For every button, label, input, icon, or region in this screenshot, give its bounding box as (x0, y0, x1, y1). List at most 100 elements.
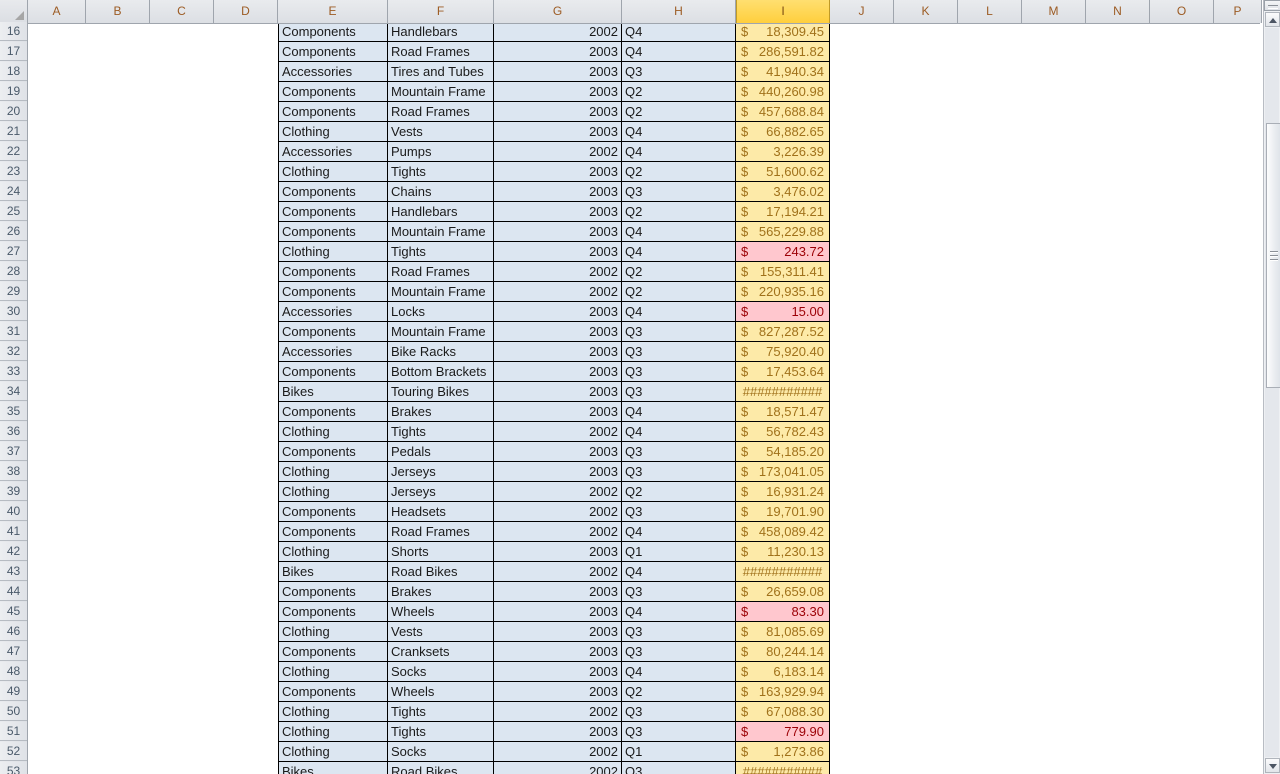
cell-E24[interactable]: Components (278, 182, 388, 202)
column-header-o[interactable]: O (1150, 0, 1214, 23)
cell-G41[interactable]: 2002 (494, 522, 622, 542)
cell-I51[interactable]: $779.90 (736, 722, 830, 742)
cell-E44[interactable]: Components (278, 582, 388, 602)
cell-F40[interactable]: Headsets (388, 502, 494, 522)
cell-G38[interactable]: 2003 (494, 462, 622, 482)
cell-E38[interactable]: Clothing (278, 462, 388, 482)
select-all-corner[interactable] (0, 0, 28, 24)
cell-F18[interactable]: Tires and Tubes (388, 62, 494, 82)
cell-G26[interactable]: 2003 (494, 222, 622, 242)
cell-G39[interactable]: 2002 (494, 482, 622, 502)
cell-G22[interactable]: 2002 (494, 142, 622, 162)
column-header-a[interactable]: A (28, 0, 86, 23)
row-header-25[interactable]: 25 (0, 202, 27, 221)
cell-I47[interactable]: $80,244.14 (736, 642, 830, 662)
cell-I16[interactable]: $18,309.45 (736, 24, 830, 42)
row-header-42[interactable]: 42 (0, 542, 27, 561)
row-header-38[interactable]: 38 (0, 462, 27, 481)
column-header-f[interactable]: F (388, 0, 494, 23)
row-header-30[interactable]: 30 (0, 302, 27, 321)
cell-H30[interactable]: Q4 (622, 302, 736, 322)
cell-H50[interactable]: Q3 (622, 702, 736, 722)
row-header-24[interactable]: 24 (0, 182, 27, 201)
row-header-20[interactable]: 20 (0, 102, 27, 121)
row-header-21[interactable]: 21 (0, 122, 27, 141)
row-header-45[interactable]: 45 (0, 602, 27, 621)
row-header-31[interactable]: 31 (0, 322, 27, 341)
cell-F43[interactable]: Road Bikes (388, 562, 494, 582)
column-header-b[interactable]: B (86, 0, 150, 23)
column-header-g[interactable]: G (494, 0, 622, 23)
cell-H53[interactable]: Q3 (622, 762, 736, 774)
cell-E51[interactable]: Clothing (278, 722, 388, 742)
scroll-up-button[interactable] (1265, 12, 1280, 27)
cell-H37[interactable]: Q3 (622, 442, 736, 462)
cell-H31[interactable]: Q3 (622, 322, 736, 342)
cell-G19[interactable]: 2003 (494, 82, 622, 102)
row-header-34[interactable]: 34 (0, 382, 27, 401)
row-header-43[interactable]: 43 (0, 562, 27, 581)
cell-I39[interactable]: $16,931.24 (736, 482, 830, 502)
cell-G31[interactable]: 2003 (494, 322, 622, 342)
cell-F26[interactable]: Mountain Frame (388, 222, 494, 242)
column-header-m[interactable]: M (1022, 0, 1086, 23)
cell-G51[interactable]: 2003 (494, 722, 622, 742)
cell-G52[interactable]: 2002 (494, 742, 622, 762)
row-header-39[interactable]: 39 (0, 482, 27, 501)
cell-H32[interactable]: Q3 (622, 342, 736, 362)
cell-H43[interactable]: Q4 (622, 562, 736, 582)
cell-I29[interactable]: $220,935.16 (736, 282, 830, 302)
cell-H26[interactable]: Q4 (622, 222, 736, 242)
row-header-46[interactable]: 46 (0, 622, 27, 641)
cell-H41[interactable]: Q4 (622, 522, 736, 542)
cell-G34[interactable]: 2003 (494, 382, 622, 402)
cell-I26[interactable]: $565,229.88 (736, 222, 830, 242)
cell-G18[interactable]: 2003 (494, 62, 622, 82)
cell-I45[interactable]: $83.30 (736, 602, 830, 622)
cell-E18[interactable]: Accessories (278, 62, 388, 82)
cell-F46[interactable]: Vests (388, 622, 494, 642)
cell-E19[interactable]: Components (278, 82, 388, 102)
cell-F24[interactable]: Chains (388, 182, 494, 202)
column-header-h[interactable]: H (622, 0, 736, 23)
cell-F32[interactable]: Bike Racks (388, 342, 494, 362)
cell-I40[interactable]: $19,701.90 (736, 502, 830, 522)
split-handle[interactable] (1264, 0, 1280, 11)
cell-H44[interactable]: Q3 (622, 582, 736, 602)
cell-F51[interactable]: Tights (388, 722, 494, 742)
cell-I22[interactable]: $3,226.39 (736, 142, 830, 162)
cell-E45[interactable]: Components (278, 602, 388, 622)
row-header-27[interactable]: 27 (0, 242, 27, 261)
cell-G32[interactable]: 2003 (494, 342, 622, 362)
cell-F41[interactable]: Road Frames (388, 522, 494, 542)
cell-F30[interactable]: Locks (388, 302, 494, 322)
scrollbar-track[interactable] (1265, 28, 1280, 757)
row-header-23[interactable]: 23 (0, 162, 27, 181)
cell-E41[interactable]: Components (278, 522, 388, 542)
cell-H21[interactable]: Q4 (622, 122, 736, 142)
cell-H24[interactable]: Q3 (622, 182, 736, 202)
cell-E35[interactable]: Components (278, 402, 388, 422)
cell-I28[interactable]: $155,311.41 (736, 262, 830, 282)
row-header-22[interactable]: 22 (0, 142, 27, 161)
cell-G24[interactable]: 2003 (494, 182, 622, 202)
cell-I50[interactable]: $67,088.30 (736, 702, 830, 722)
cell-H19[interactable]: Q2 (622, 82, 736, 102)
cell-F47[interactable]: Cranksets (388, 642, 494, 662)
cell-I33[interactable]: $17,453.64 (736, 362, 830, 382)
cell-E50[interactable]: Clothing (278, 702, 388, 722)
vertical-scrollbar[interactable] (1263, 0, 1280, 774)
cell-F22[interactable]: Pumps (388, 142, 494, 162)
cell-H22[interactable]: Q4 (622, 142, 736, 162)
cell-G20[interactable]: 2003 (494, 102, 622, 122)
cell-E39[interactable]: Clothing (278, 482, 388, 502)
cell-E40[interactable]: Components (278, 502, 388, 522)
cell-H49[interactable]: Q2 (622, 682, 736, 702)
column-header-c[interactable]: C (150, 0, 214, 23)
column-header-k[interactable]: K (894, 0, 958, 23)
cell-E16[interactable]: Components (278, 24, 388, 42)
cell-E27[interactable]: Clothing (278, 242, 388, 262)
cell-I36[interactable]: $56,782.43 (736, 422, 830, 442)
cell-G50[interactable]: 2002 (494, 702, 622, 722)
cell-G42[interactable]: 2003 (494, 542, 622, 562)
